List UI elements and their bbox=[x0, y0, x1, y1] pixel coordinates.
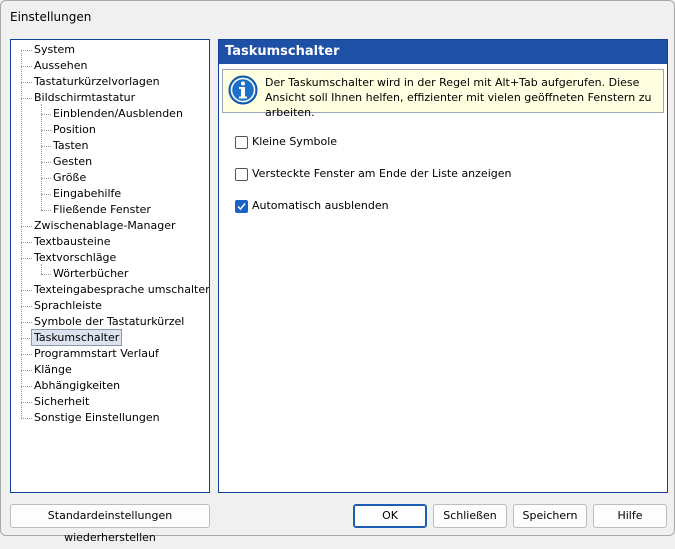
tree-connector bbox=[21, 386, 32, 387]
tree-item[interactable]: Position bbox=[11, 122, 207, 138]
info-box: Der Taskumschalter wird in der Regel mit… bbox=[222, 69, 664, 119]
option-label: Versteckte Fenster am Ende der Liste anz… bbox=[252, 167, 512, 180]
tree-item[interactable]: Einblenden/Ausblenden bbox=[11, 106, 207, 122]
tree-item-label: Tasten bbox=[53, 139, 89, 152]
reset-defaults-button[interactable]: Standardeinstellungen wiederherstellen bbox=[10, 504, 210, 544]
tree-item[interactable]: Sonstige Einstellungen bbox=[11, 410, 207, 426]
tree-item[interactable]: Eingabehilfe bbox=[11, 186, 207, 202]
option-label: Kleine Symbole bbox=[252, 135, 338, 148]
tree-item[interactable]: Sicherheit bbox=[11, 394, 207, 410]
tree-connector bbox=[41, 178, 51, 179]
tree-item[interactable]: Abhängigkeiten bbox=[11, 378, 207, 394]
tree-item-label: Sonstige Einstellungen bbox=[34, 411, 160, 424]
tree-connector bbox=[21, 242, 32, 243]
tree-connector bbox=[21, 402, 32, 403]
tree-connector bbox=[21, 50, 32, 51]
tree-connector bbox=[41, 274, 51, 275]
tree-item[interactable]: Größe bbox=[11, 170, 207, 186]
tree-connector bbox=[41, 194, 51, 195]
tree-item-label: Wörterbücher bbox=[53, 267, 129, 280]
checkbox-auto-hide[interactable] bbox=[235, 200, 248, 213]
tree-item-label: Bildschirmtastatur bbox=[34, 91, 136, 104]
tree-item-label: Einblenden/Ausblenden bbox=[53, 107, 183, 120]
tree-item[interactable]: Wörterbücher bbox=[11, 266, 207, 282]
tree-item-label: Gesten bbox=[53, 155, 93, 168]
tree-connector bbox=[21, 306, 32, 307]
panel-header: Taskumschalter bbox=[219, 40, 667, 64]
tree-connector bbox=[21, 370, 32, 371]
tree-connector bbox=[41, 210, 51, 211]
tree-connector bbox=[41, 162, 51, 163]
tree-connector bbox=[41, 146, 51, 147]
tree-item[interactable]: Klänge bbox=[11, 362, 207, 378]
tree-item[interactable]: Bildschirmtastatur bbox=[11, 90, 207, 106]
tree-item[interactable]: Taskumschalter bbox=[11, 329, 207, 346]
tree-item-label: Position bbox=[53, 123, 96, 136]
tree-item-label: Abhängigkeiten bbox=[34, 379, 121, 392]
tree-item-label: Klänge bbox=[34, 363, 72, 376]
tree-connector bbox=[21, 226, 32, 227]
ok-button[interactable]: OK bbox=[353, 504, 427, 528]
tree-item[interactable]: Fließende Fenster bbox=[11, 202, 207, 218]
tree-item-label: Eingabehilfe bbox=[53, 187, 122, 200]
tree-item-label: Aussehen bbox=[34, 59, 88, 72]
tree-item[interactable]: Symbole der Tastaturkürzel bbox=[11, 314, 207, 330]
tree-item-label: Programmstart Verlauf bbox=[34, 347, 159, 360]
tree-item[interactable]: Texteingabesprache umschalten bbox=[11, 282, 210, 298]
tree-item[interactable]: Gesten bbox=[11, 154, 207, 170]
panel-title: Taskumschalter bbox=[225, 44, 340, 59]
tree-connector bbox=[21, 98, 32, 99]
tree-connector bbox=[21, 354, 32, 355]
tree-connector bbox=[41, 130, 51, 131]
tree-connector bbox=[21, 82, 32, 83]
tree-item[interactable]: Sprachleiste bbox=[11, 298, 207, 314]
checkbox-hidden-windows-end[interactable] bbox=[235, 168, 248, 181]
tree-connector bbox=[21, 66, 32, 67]
info-icon bbox=[228, 75, 258, 105]
tree-connector bbox=[41, 114, 51, 115]
tree-item[interactable]: Tastaturkürzelvorlagen bbox=[11, 74, 207, 90]
tree-item[interactable]: Programmstart Verlauf bbox=[11, 346, 207, 362]
tree-item-label: Taskumschalter bbox=[31, 329, 123, 346]
help-button[interactable]: Hilfe bbox=[593, 504, 667, 528]
option-label: Automatisch ausblenden bbox=[252, 199, 389, 212]
title-bar: Einstellungen bbox=[1, 1, 674, 33]
tree-item-label: Sicherheit bbox=[34, 395, 90, 408]
tree-item-label: Tastaturkürzelvorlagen bbox=[34, 75, 160, 88]
tree-item-label: Größe bbox=[53, 171, 87, 184]
close-button[interactable]: Schließen bbox=[433, 504, 507, 528]
checkbox-small-icons[interactable] bbox=[235, 136, 248, 149]
tree-item-label: Textbausteine bbox=[34, 235, 111, 248]
tree-item[interactable]: Zwischenablage-Manager bbox=[11, 218, 207, 234]
tree-item-label: Zwischenablage-Manager bbox=[34, 219, 176, 232]
tree-item[interactable]: Aussehen bbox=[11, 58, 207, 74]
tree-item-label: Sprachleiste bbox=[34, 299, 102, 312]
tree-item[interactable]: Textvorschläge bbox=[11, 250, 207, 266]
settings-window: Einstellungen System Aussehen Tastaturkürz… bbox=[0, 0, 675, 544]
tree-item-label: Fließende Fenster bbox=[53, 203, 151, 216]
window-title: Einstellungen bbox=[10, 10, 92, 24]
tree-connector bbox=[21, 418, 32, 419]
tree-item-label: Texteingabesprache umschalten bbox=[34, 283, 210, 296]
info-text: Der Taskumschalter wird in der Regel mit… bbox=[265, 76, 652, 119]
tree-item[interactable]: Textbausteine bbox=[11, 234, 207, 250]
tree-item-label: Textvorschläge bbox=[34, 251, 117, 264]
save-button[interactable]: Speichern bbox=[513, 504, 587, 528]
checkmark-icon bbox=[237, 203, 246, 211]
tree-item[interactable]: Tasten bbox=[11, 138, 207, 154]
tree-item-label: System bbox=[34, 43, 76, 56]
tree-item[interactable]: System bbox=[11, 42, 207, 58]
tree-connector bbox=[21, 258, 32, 259]
tree-connector bbox=[21, 290, 32, 291]
tree-item-label: Symbole der Tastaturkürzel bbox=[34, 315, 185, 328]
settings-tree[interactable]: System Aussehen Tastaturkürzelvorlagen Bild… bbox=[10, 39, 210, 493]
settings-panel: Taskumschalter Der Taskumschalter wird i… bbox=[218, 39, 668, 493]
tree-connector bbox=[21, 322, 32, 323]
